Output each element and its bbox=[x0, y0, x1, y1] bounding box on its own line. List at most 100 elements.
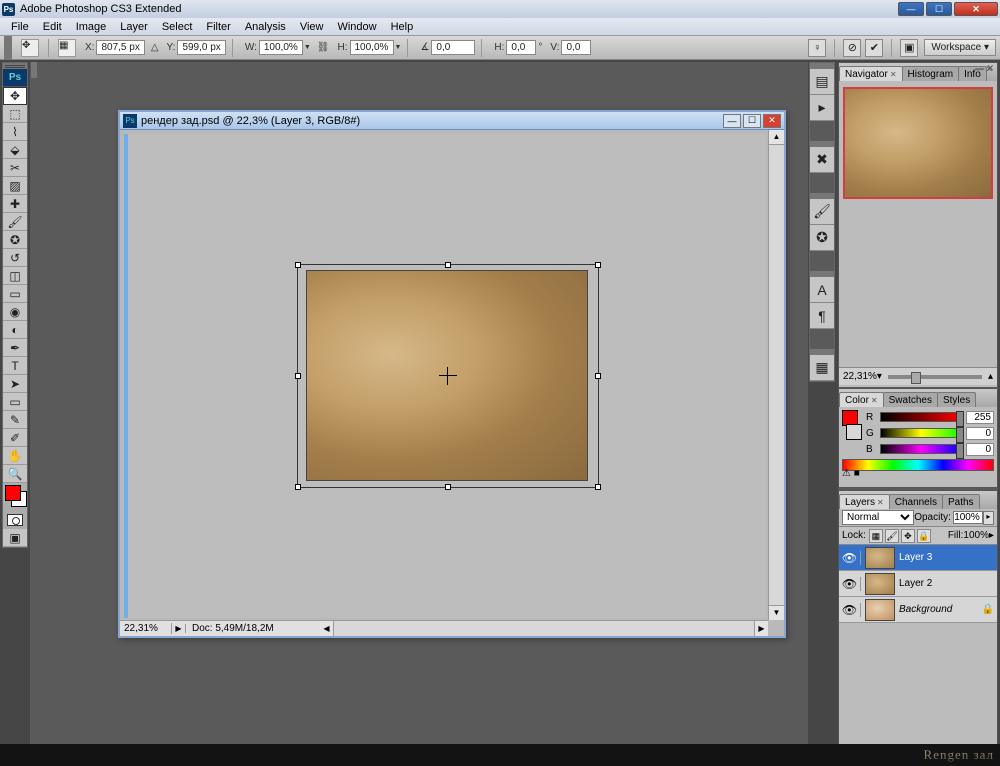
foreground-color-swatch[interactable] bbox=[5, 485, 21, 501]
menu-edit[interactable]: Edit bbox=[36, 21, 69, 33]
transform-handle-mr[interactable] bbox=[595, 373, 601, 379]
visibility-toggle-icon[interactable]: 👁 bbox=[839, 551, 861, 565]
transform-handle-tm[interactable] bbox=[445, 262, 451, 268]
quick-mask-toggle[interactable] bbox=[3, 511, 27, 529]
dodge-tool[interactable]: ◐ bbox=[3, 321, 27, 339]
transform-center-icon[interactable] bbox=[443, 371, 453, 381]
transform-handle-bl[interactable] bbox=[295, 484, 301, 490]
clone-source-panel-icon[interactable]: ✪ bbox=[810, 225, 834, 251]
menu-filter[interactable]: Filter bbox=[199, 21, 237, 33]
menu-image[interactable]: Image bbox=[69, 21, 114, 33]
y-delta-icon[interactable]: △ bbox=[151, 42, 159, 53]
fill-dropdown-button[interactable]: ▸ bbox=[989, 530, 994, 541]
eraser-tool[interactable]: ◫ bbox=[3, 267, 27, 285]
doc-minimize-button[interactable]: — bbox=[723, 114, 741, 128]
visibility-toggle-icon[interactable]: 👁 bbox=[839, 577, 861, 591]
menu-layer[interactable]: Layer bbox=[113, 21, 155, 33]
healing-brush-tool[interactable]: ✚ bbox=[3, 195, 27, 213]
layer-thumbnail[interactable] bbox=[865, 547, 895, 569]
dock-toggle[interactable] bbox=[31, 62, 37, 78]
tab-styles[interactable]: Styles bbox=[937, 392, 976, 407]
tab-swatches[interactable]: Swatches bbox=[883, 392, 938, 407]
window-maximize-button[interactable]: ☐ bbox=[926, 2, 952, 16]
tab-layers[interactable]: Layers✕ bbox=[839, 494, 890, 509]
navigator-thumbnail[interactable] bbox=[843, 87, 993, 199]
cancel-transform-button[interactable]: ⊘ bbox=[843, 39, 861, 57]
eyedropper-tool[interactable]: ✐ bbox=[3, 429, 27, 447]
layer-row[interactable]: 👁 Layer 2 bbox=[839, 571, 997, 597]
zoom-tool[interactable]: 🔍 bbox=[3, 465, 27, 483]
tab-histogram[interactable]: Histogram bbox=[902, 66, 960, 81]
horizontal-scrollbar[interactable]: ◀ ▶ bbox=[320, 620, 768, 636]
canvas[interactable] bbox=[124, 134, 766, 618]
scroll-right-button[interactable]: ▶ bbox=[754, 621, 768, 636]
slice-tool[interactable]: ▨ bbox=[3, 177, 27, 195]
crop-tool[interactable]: ✂ bbox=[3, 159, 27, 177]
transform-handle-ml[interactable] bbox=[295, 373, 301, 379]
hand-tool[interactable]: ✋ bbox=[3, 447, 27, 465]
shape-tool[interactable]: ▭ bbox=[3, 393, 27, 411]
menu-select[interactable]: Select bbox=[155, 21, 200, 33]
vertical-scrollbar[interactable] bbox=[768, 130, 784, 620]
workspace-button[interactable]: Workspace ▾ bbox=[924, 39, 996, 56]
commit-transform-button[interactable]: ✔ bbox=[865, 39, 883, 57]
visibility-toggle-icon[interactable]: 👁 bbox=[839, 603, 861, 617]
y-input[interactable]: 599,0 px bbox=[177, 40, 225, 55]
g-slider[interactable] bbox=[880, 428, 962, 438]
opacity-dropdown-button[interactable]: ▸ bbox=[983, 511, 994, 525]
lock-pixels-icon[interactable]: 🖌 bbox=[885, 529, 899, 543]
zoom-slider[interactable] bbox=[888, 375, 982, 379]
zoom-out-icon[interactable]: ▾ bbox=[877, 371, 882, 382]
layer-thumbnail[interactable] bbox=[865, 599, 895, 621]
status-menu-button[interactable]: ▶ bbox=[172, 624, 186, 633]
transform-handle-br[interactable] bbox=[595, 484, 601, 490]
history-brush-tool[interactable]: ↺ bbox=[3, 249, 27, 267]
color-swatches[interactable] bbox=[3, 483, 27, 511]
panel-controls[interactable]: —✕ bbox=[975, 63, 996, 74]
transform-handle-bm[interactable] bbox=[445, 484, 451, 490]
layer-row[interactable]: 👁 Layer 3 bbox=[839, 545, 997, 571]
path-select-tool[interactable]: ➤ bbox=[3, 375, 27, 393]
zoom-level-input[interactable]: 22,31% bbox=[120, 623, 172, 634]
type-tool[interactable]: T bbox=[3, 357, 27, 375]
scroll-left-button[interactable]: ◀ bbox=[320, 621, 334, 636]
r-value[interactable]: 255 bbox=[966, 411, 994, 424]
r-slider[interactable] bbox=[880, 412, 962, 422]
menu-help[interactable]: Help bbox=[384, 21, 421, 33]
tab-navigator[interactable]: Navigator✕ bbox=[839, 66, 903, 81]
vskew-input[interactable]: 0,0 bbox=[561, 40, 591, 55]
document-titlebar[interactable]: Ps рендер зад.psd @ 22,3% (Layer 3, RGB/… bbox=[120, 112, 784, 130]
g-value[interactable]: 0 bbox=[966, 427, 994, 440]
w-input[interactable]: 100,0% bbox=[259, 40, 303, 55]
tab-color[interactable]: Color✕ bbox=[839, 392, 884, 407]
gradient-tool[interactable]: ▭ bbox=[3, 285, 27, 303]
lasso-tool[interactable]: ⌇ bbox=[3, 123, 27, 141]
actions-panel-icon[interactable]: ▸ bbox=[810, 95, 834, 121]
gamut-warning-icon[interactable]: ⚠ ■ bbox=[842, 468, 860, 479]
menu-view[interactable]: View bbox=[293, 21, 331, 33]
layer-thumbnail[interactable] bbox=[865, 573, 895, 595]
color-background-swatch[interactable] bbox=[846, 424, 862, 440]
move-tool[interactable]: ✥ bbox=[3, 87, 27, 105]
lock-transparent-icon[interactable]: ▦ bbox=[869, 529, 883, 543]
link-wh-icon[interactable]: ⛓ bbox=[317, 42, 330, 53]
lock-position-icon[interactable]: ✥ bbox=[901, 529, 915, 543]
blur-tool[interactable]: ◉ bbox=[3, 303, 27, 321]
layer-name[interactable]: Background bbox=[899, 604, 979, 615]
angle-input[interactable]: 0,0 bbox=[431, 40, 475, 55]
color-spectrum[interactable] bbox=[842, 459, 994, 471]
transform-handle-tl[interactable] bbox=[295, 262, 301, 268]
brushes-panel-icon[interactable]: 🖌 bbox=[810, 199, 834, 225]
free-transform-bounds[interactable] bbox=[297, 264, 599, 488]
tab-paths[interactable]: Paths bbox=[942, 494, 980, 509]
quick-select-tool[interactable]: ⬙ bbox=[3, 141, 27, 159]
paragraph-panel-icon[interactable]: ¶ bbox=[810, 303, 834, 329]
options-grip[interactable] bbox=[4, 36, 12, 60]
fill-input[interactable]: 100% bbox=[963, 530, 989, 541]
layer-name[interactable]: Layer 3 bbox=[899, 552, 997, 563]
opacity-input[interactable]: 100% bbox=[953, 511, 983, 524]
transform-handle-tr[interactable] bbox=[595, 262, 601, 268]
clone-stamp-tool[interactable]: ✪ bbox=[3, 231, 27, 249]
zoom-in-icon[interactable]: ▴ bbox=[988, 371, 993, 382]
layer-comps-panel-icon[interactable]: ▦ bbox=[810, 355, 834, 381]
